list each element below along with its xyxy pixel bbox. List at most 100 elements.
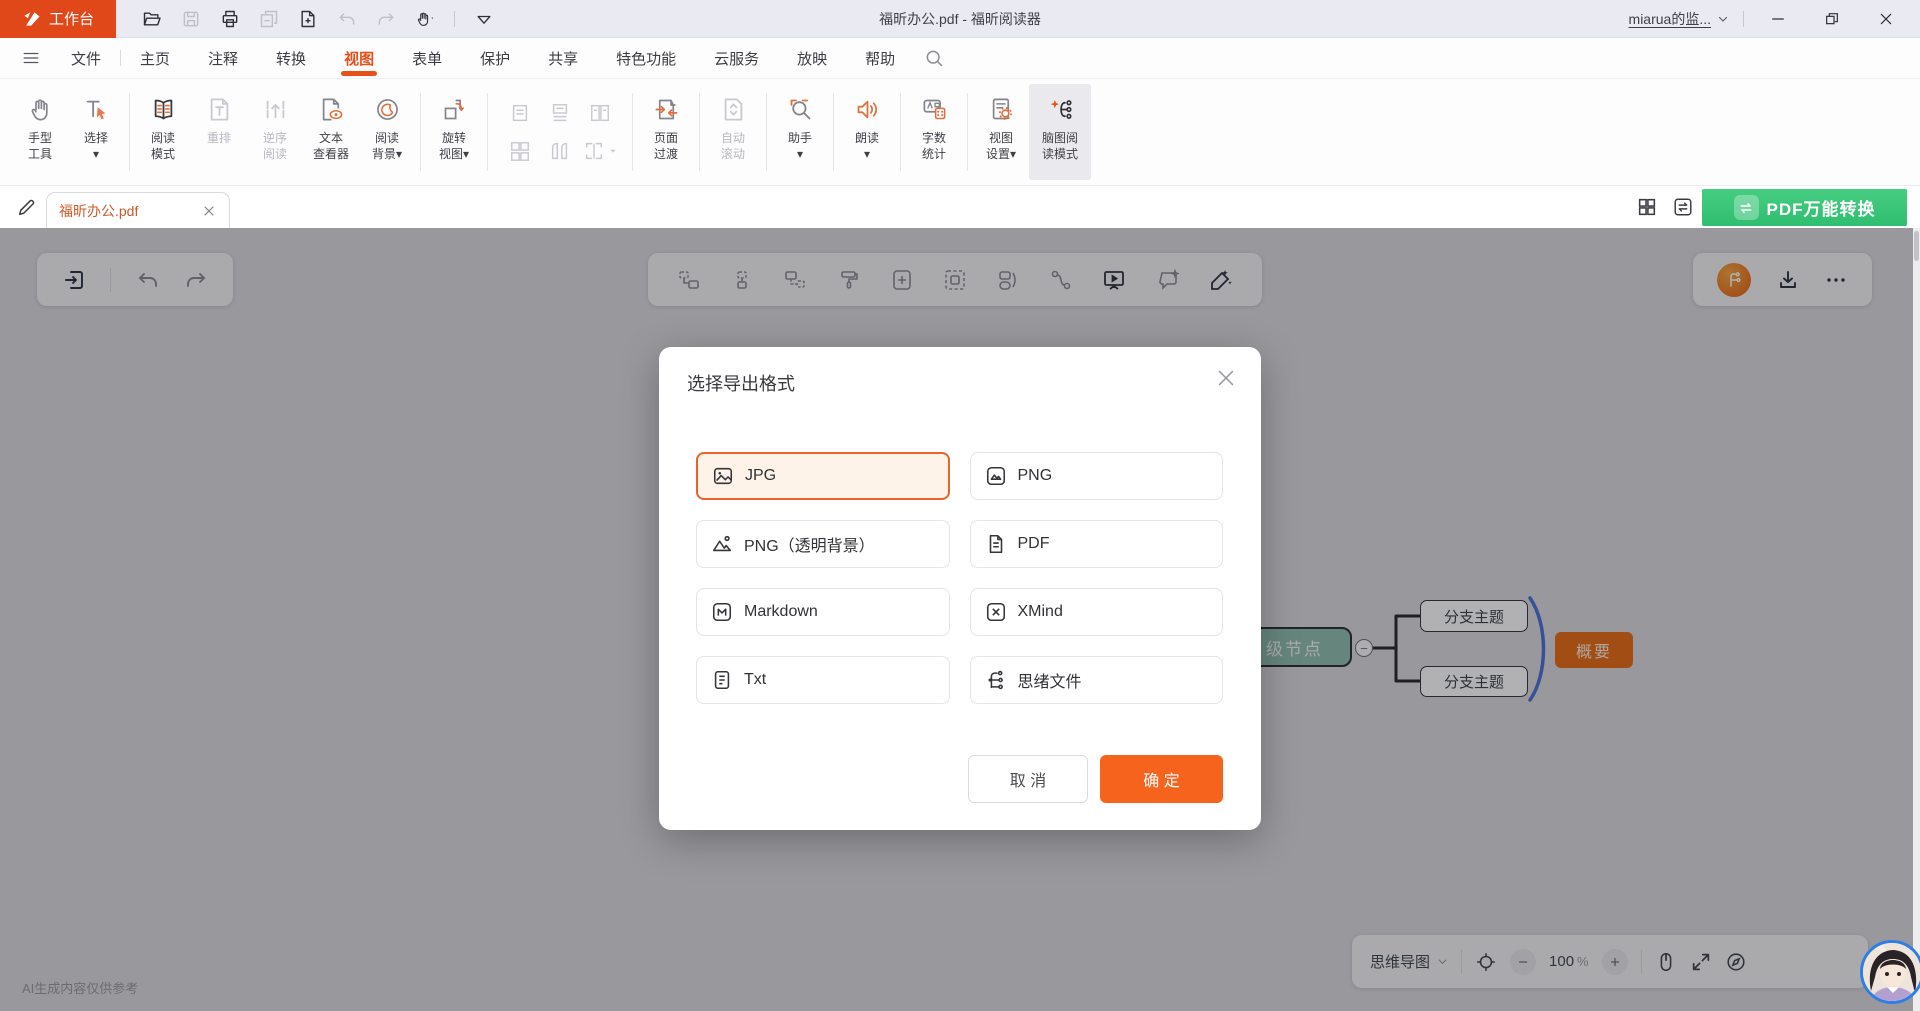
rotate-view-icon	[441, 96, 468, 123]
option-pdf[interactable]: PDF	[970, 520, 1224, 568]
close-window-button[interactable]	[1866, 0, 1906, 38]
menu-features[interactable]: 特色功能	[597, 38, 695, 79]
hand-tool-icon[interactable]	[415, 9, 435, 29]
new-page-icon[interactable]	[298, 9, 318, 29]
ribbon-divider	[632, 93, 633, 171]
ribbon-divider	[766, 93, 767, 171]
menu-home[interactable]: 主页	[121, 38, 189, 79]
tab-bar: 福昕办公.pdf PDF万能转换	[0, 186, 1920, 228]
assistant-avatar[interactable]	[1860, 940, 1920, 1004]
workspace-button[interactable]: 工作台	[0, 0, 116, 38]
workspace-label: 工作台	[49, 8, 94, 29]
ribbon: 手型工具 选择▾ 阅读模式 重排 逆序阅读 文本查看器 阅读背景▾	[0, 79, 1920, 186]
ribbon-divider	[129, 93, 130, 171]
ribbon-divider	[833, 93, 834, 171]
pdf-convert-button[interactable]: PDF万能转换	[1702, 189, 1907, 226]
ribbon-hand-tool[interactable]: 手型工具	[12, 84, 68, 180]
menu-comment[interactable]: 注释	[189, 38, 257, 79]
read-background-icon	[374, 96, 401, 123]
option-jpg[interactable]: JPG	[696, 452, 950, 500]
option-markdown[interactable]: Markdown	[696, 588, 950, 636]
cancel-button[interactable]: 取 消	[968, 755, 1088, 803]
mind-file-icon	[985, 669, 1007, 691]
speaker-icon	[854, 96, 881, 123]
view-settings-icon	[988, 96, 1015, 123]
transparent-png-icon	[711, 533, 733, 555]
assistant-icon	[787, 96, 814, 123]
tab-swap-icon[interactable]	[1672, 196, 1694, 218]
restore-button[interactable]	[1812, 0, 1852, 38]
redo-icon	[376, 9, 396, 29]
ribbon-select[interactable]: 选择▾	[68, 84, 124, 180]
menu-view[interactable]: 视图	[325, 38, 393, 79]
option-xmind[interactable]: XMind	[970, 588, 1224, 636]
single-page-icon	[509, 102, 531, 124]
hamburger-icon[interactable]	[22, 51, 40, 65]
word-count-icon	[921, 96, 948, 123]
close-tab-icon[interactable]	[201, 203, 217, 219]
open-file-icon[interactable]	[142, 9, 162, 29]
print-icon[interactable]	[220, 9, 240, 29]
menu-present[interactable]: 放映	[778, 38, 846, 79]
tab-grid-view-icon[interactable]	[1636, 196, 1658, 218]
menu-bar: 文件 主页 注释 转换 视图 表单 保护 共享 特色功能 云服务 放映 帮助	[0, 38, 1920, 79]
ribbon-text-viewer[interactable]: 文本查看器	[303, 84, 359, 180]
xmind-icon	[985, 601, 1007, 623]
window-title: 福昕办公.pdf - 福昕阅读器	[879, 9, 1041, 29]
continuous-page-icon	[549, 102, 571, 124]
select-text-icon	[83, 96, 110, 123]
foxit-logo-icon	[22, 9, 42, 29]
menu-form[interactable]: 表单	[393, 38, 461, 79]
menu-protect[interactable]: 保护	[461, 38, 529, 79]
option-png[interactable]: PNG	[970, 452, 1224, 500]
menu-file[interactable]: 文件	[52, 38, 120, 79]
facing-continuous-icon	[509, 140, 531, 162]
title-bar: 工作台 福昕办公.pdf - 福昕阅读器 miarua的监...	[0, 0, 1920, 38]
export-format-dialog: 选择导出格式 JPG PNG PNG（透明背景） PDF	[659, 347, 1261, 830]
convert-swap-icon	[1734, 195, 1759, 220]
ribbon-assistant[interactable]: 助手▾	[772, 84, 828, 180]
option-txt[interactable]: Txt	[696, 656, 950, 704]
reflow-icon	[206, 96, 233, 123]
read-mode-icon	[150, 96, 177, 123]
ribbon-page-transition[interactable]: 页面过渡	[638, 84, 694, 180]
vertical-scrollbar[interactable]	[1913, 228, 1920, 1011]
menu-help[interactable]: 帮助	[846, 38, 914, 79]
ribbon-word-count[interactable]: 字数统计	[906, 84, 962, 180]
app-window: 工作台 福昕办公.pdf - 福昕阅读器 miarua的监...	[0, 0, 1920, 1011]
ribbon-mindmap-read-mode[interactable]: 脑图阅读模式	[1029, 84, 1091, 180]
account-menu[interactable]: miarua的监...	[1629, 9, 1729, 29]
collapse-toolbar-icon[interactable]	[474, 9, 494, 29]
option-png-transparent[interactable]: PNG（透明背景）	[696, 520, 950, 568]
document-tab[interactable]: 福昕办公.pdf	[46, 192, 230, 228]
search-icon[interactable]	[924, 48, 944, 68]
auto-scroll-icon	[720, 96, 747, 123]
ribbon-rotate-view[interactable]: 旋转视图▾	[426, 84, 482, 180]
confirm-button[interactable]: 确 定	[1100, 755, 1223, 803]
ribbon-view-settings[interactable]: 视图设置▾	[973, 84, 1029, 180]
save-icon	[181, 9, 201, 29]
png-image-icon	[985, 465, 1007, 487]
scrollbar-thumb[interactable]	[1914, 231, 1919, 261]
menu-cloud[interactable]: 云服务	[695, 38, 778, 79]
annotate-pencil-icon[interactable]	[16, 196, 38, 218]
ribbon-read-background[interactable]: 阅读背景▾	[359, 84, 415, 180]
ribbon-read-mode[interactable]: 阅读模式	[135, 84, 191, 180]
ribbon-divider	[967, 93, 968, 171]
markdown-icon	[711, 601, 733, 623]
undo-icon	[337, 9, 357, 29]
ribbon-reflow: 重排	[191, 84, 247, 180]
chevron-down-icon	[1717, 13, 1729, 25]
option-mind-file[interactable]: 思绪文件	[970, 656, 1224, 704]
titlebar-right: miarua的监...	[1629, 0, 1920, 38]
minimize-button[interactable]	[1758, 0, 1798, 38]
menu-share[interactable]: 共享	[529, 38, 597, 79]
pdf-document-icon	[985, 533, 1007, 555]
menu-convert[interactable]: 转换	[257, 38, 325, 79]
separate-cover-icon	[549, 140, 571, 162]
close-dialog-icon[interactable]	[1215, 367, 1237, 389]
reverse-read-icon	[262, 96, 289, 123]
ribbon-reverse-read: 逆序阅读	[247, 84, 303, 180]
ribbon-divider	[487, 93, 488, 171]
ribbon-read-aloud[interactable]: 朗读▾	[839, 84, 895, 180]
